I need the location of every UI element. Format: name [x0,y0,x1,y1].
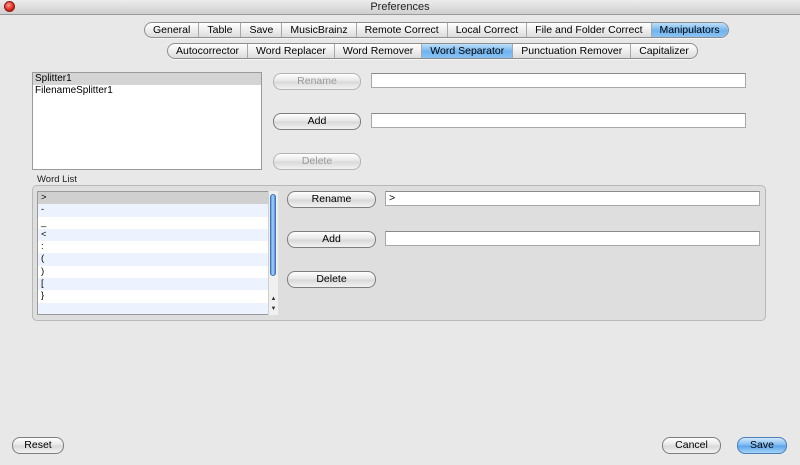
word-add-field[interactable] [385,231,760,246]
cancel-button[interactable]: Cancel [662,437,721,454]
close-icon[interactable] [4,1,15,12]
window-title: Preferences [370,1,430,13]
tab-punctuation-remover[interactable]: Punctuation Remover [513,44,632,58]
word-list-label: Word List [37,174,77,185]
title-bar: Preferences [0,0,800,15]
tab-word-remover[interactable]: Word Remover [335,44,423,58]
list-item[interactable]: < [38,228,277,242]
word-rename-field[interactable]: > [385,191,760,206]
list-item[interactable]: > [38,192,277,205]
tab-local-correct[interactable]: Local Correct [448,23,528,37]
word-delete-button[interactable]: Delete [287,271,376,288]
tab-musicbrainz[interactable]: MusicBrainz [282,23,357,37]
scroll-up-arrow-icon[interactable]: ▲ [269,295,278,304]
word-list[interactable]: > - _ < : ( ) [ } [37,191,278,315]
reset-button[interactable]: Reset [12,437,64,454]
tab-table[interactable]: Table [199,23,242,37]
tab-autocorrector[interactable]: Autocorrector [168,44,249,58]
tab-word-separator[interactable]: Word Separator [422,44,514,58]
list-item[interactable]: - [38,204,277,217]
list-item[interactable]: ) [38,266,277,278]
word-add-button[interactable]: Add [287,231,376,248]
list-item[interactable]: _ [38,217,277,229]
tab-remote-correct[interactable]: Remote Correct [357,23,448,37]
list-item[interactable]: FilenameSplitter1 [33,85,261,97]
save-button[interactable]: Save [737,437,787,454]
tab-word-replacer[interactable]: Word Replacer [248,44,335,58]
word-rename-button[interactable]: Rename [287,191,376,208]
splitter-add-field[interactable] [371,113,746,128]
list-item [38,302,277,314]
list-item[interactable]: } [38,290,277,302]
preferences-content: General Table Save MusicBrainz Remote Co… [0,15,800,465]
sub-tab-bar: Autocorrector Word Replacer Word Remover… [167,43,698,59]
tab-file-and-folder-correct[interactable]: File and Folder Correct [527,23,652,37]
list-item[interactable]: ( [38,253,277,266]
splitter-add-button[interactable]: Add [273,113,361,130]
splitter-delete-button[interactable]: Delete [273,153,361,170]
word-list-scrollbar[interactable]: ▲ ▼ [268,191,278,315]
splitter-rename-field[interactable] [371,73,746,88]
list-item[interactable]: [ [38,278,277,291]
list-item[interactable]: : [38,241,277,253]
tab-manipulators[interactable]: Manipulators [651,23,728,37]
scroll-down-arrow-icon[interactable]: ▼ [269,305,278,314]
tab-capitalizer[interactable]: Capitalizer [631,44,697,58]
list-item[interactable]: Splitter1 [33,73,261,85]
tab-save[interactable]: Save [241,23,283,37]
splitter-list[interactable]: Splitter1 FilenameSplitter1 [32,72,262,170]
splitter-rename-button[interactable]: Rename [273,73,361,90]
scroll-thumb[interactable] [270,194,276,276]
main-tab-bar: General Table Save MusicBrainz Remote Co… [144,22,729,38]
tab-general[interactable]: General [145,23,200,37]
